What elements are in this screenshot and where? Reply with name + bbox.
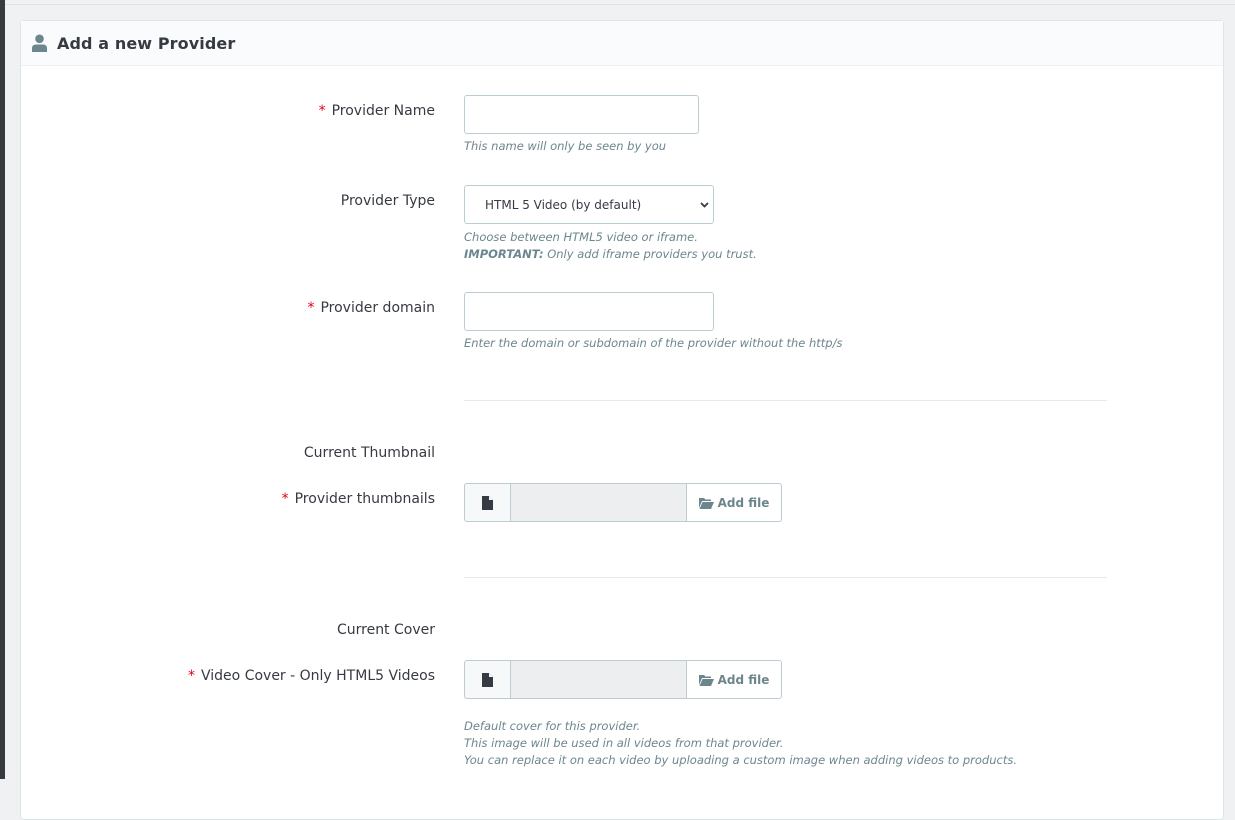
required-mark: * [188, 668, 196, 684]
provider-domain-label-text: Provider domain [320, 300, 435, 316]
provider-domain-help: Enter the domain or subdomain of the pro… [464, 336, 843, 350]
provider-name-input[interactable] [464, 95, 699, 134]
panel-heading: Add a new Provider [21, 21, 1223, 66]
provider-name-label: * Provider Name [319, 103, 435, 119]
chevron-down-icon [700, 202, 709, 208]
top-divider [5, 4, 1235, 5]
file-icon-box [464, 483, 510, 522]
video-cover-help-line1: Default cover for this provider. [464, 719, 641, 733]
video-cover-filename[interactable] [510, 660, 687, 699]
provider-form-panel: Add a new Provider * Provider Name This n… [20, 20, 1224, 820]
current-thumbnail-label: Current Thumbnail [303, 445, 435, 461]
video-cover-add-file-button[interactable]: Add file [687, 660, 782, 699]
panel-title: Add a new Provider [57, 33, 236, 53]
required-mark: * [281, 491, 289, 507]
file-icon-box [464, 660, 510, 699]
video-cover-label-text: Video Cover - Only HTML5 Videos [201, 668, 435, 684]
add-file-label: Add file [717, 672, 770, 687]
user-icon [32, 34, 47, 52]
provider-thumbnails-add-file-button[interactable]: Add file [687, 483, 782, 522]
required-mark: * [318, 103, 326, 119]
folder-open-icon [698, 674, 714, 686]
sidebar-edge [0, 0, 5, 779]
provider-domain-label: * Provider domain [307, 300, 435, 316]
folder-open-icon [698, 497, 714, 509]
provider-type-label: Provider Type [340, 193, 435, 209]
provider-type-help-text: Only add iframe providers you trust. [543, 247, 757, 261]
video-cover-label: * Video Cover - Only HTML5 Videos [188, 668, 435, 684]
provider-type-selected: HTML 5 Video (by default) [485, 197, 642, 212]
video-cover-help-line2: This image will be used in all videos fr… [464, 736, 784, 750]
provider-type-row: Provider Type HTML 5 Video (by default) … [21, 185, 1225, 261]
file-icon [482, 672, 493, 687]
provider-thumbnails-label-text: Provider thumbnails [294, 491, 435, 507]
provider-name-label-text: Provider Name [331, 103, 435, 119]
provider-domain-input[interactable] [464, 292, 714, 331]
provider-name-help: This name will only be seen by you [464, 139, 667, 153]
provider-type-help-line1: Choose between HTML5 video or iframe. [464, 230, 698, 244]
section-divider [464, 400, 1107, 401]
provider-thumbnails-filename[interactable] [510, 483, 687, 522]
provider-thumbnails-label: * Provider thumbnails [282, 491, 435, 507]
provider-type-help-line2: IMPORTANT: Only add iframe providers you… [464, 246, 757, 263]
video-cover-help-line3: You can replace it on each video by uplo… [464, 753, 1017, 767]
video-cover-help: Default cover for this provider. This im… [464, 718, 1017, 769]
section-divider [464, 577, 1107, 578]
provider-type-select[interactable]: HTML 5 Video (by default) [464, 185, 714, 224]
video-cover-upload: Add file [464, 660, 782, 699]
current-cover-label: Current Cover [336, 622, 435, 638]
provider-type-help: Choose between HTML5 video or iframe. IM… [464, 229, 757, 263]
required-mark: * [307, 300, 315, 316]
important-label: IMPORTANT: [464, 247, 544, 261]
provider-thumbnails-upload: Add file [464, 483, 782, 522]
add-file-label: Add file [717, 495, 770, 510]
file-icon [482, 495, 493, 510]
